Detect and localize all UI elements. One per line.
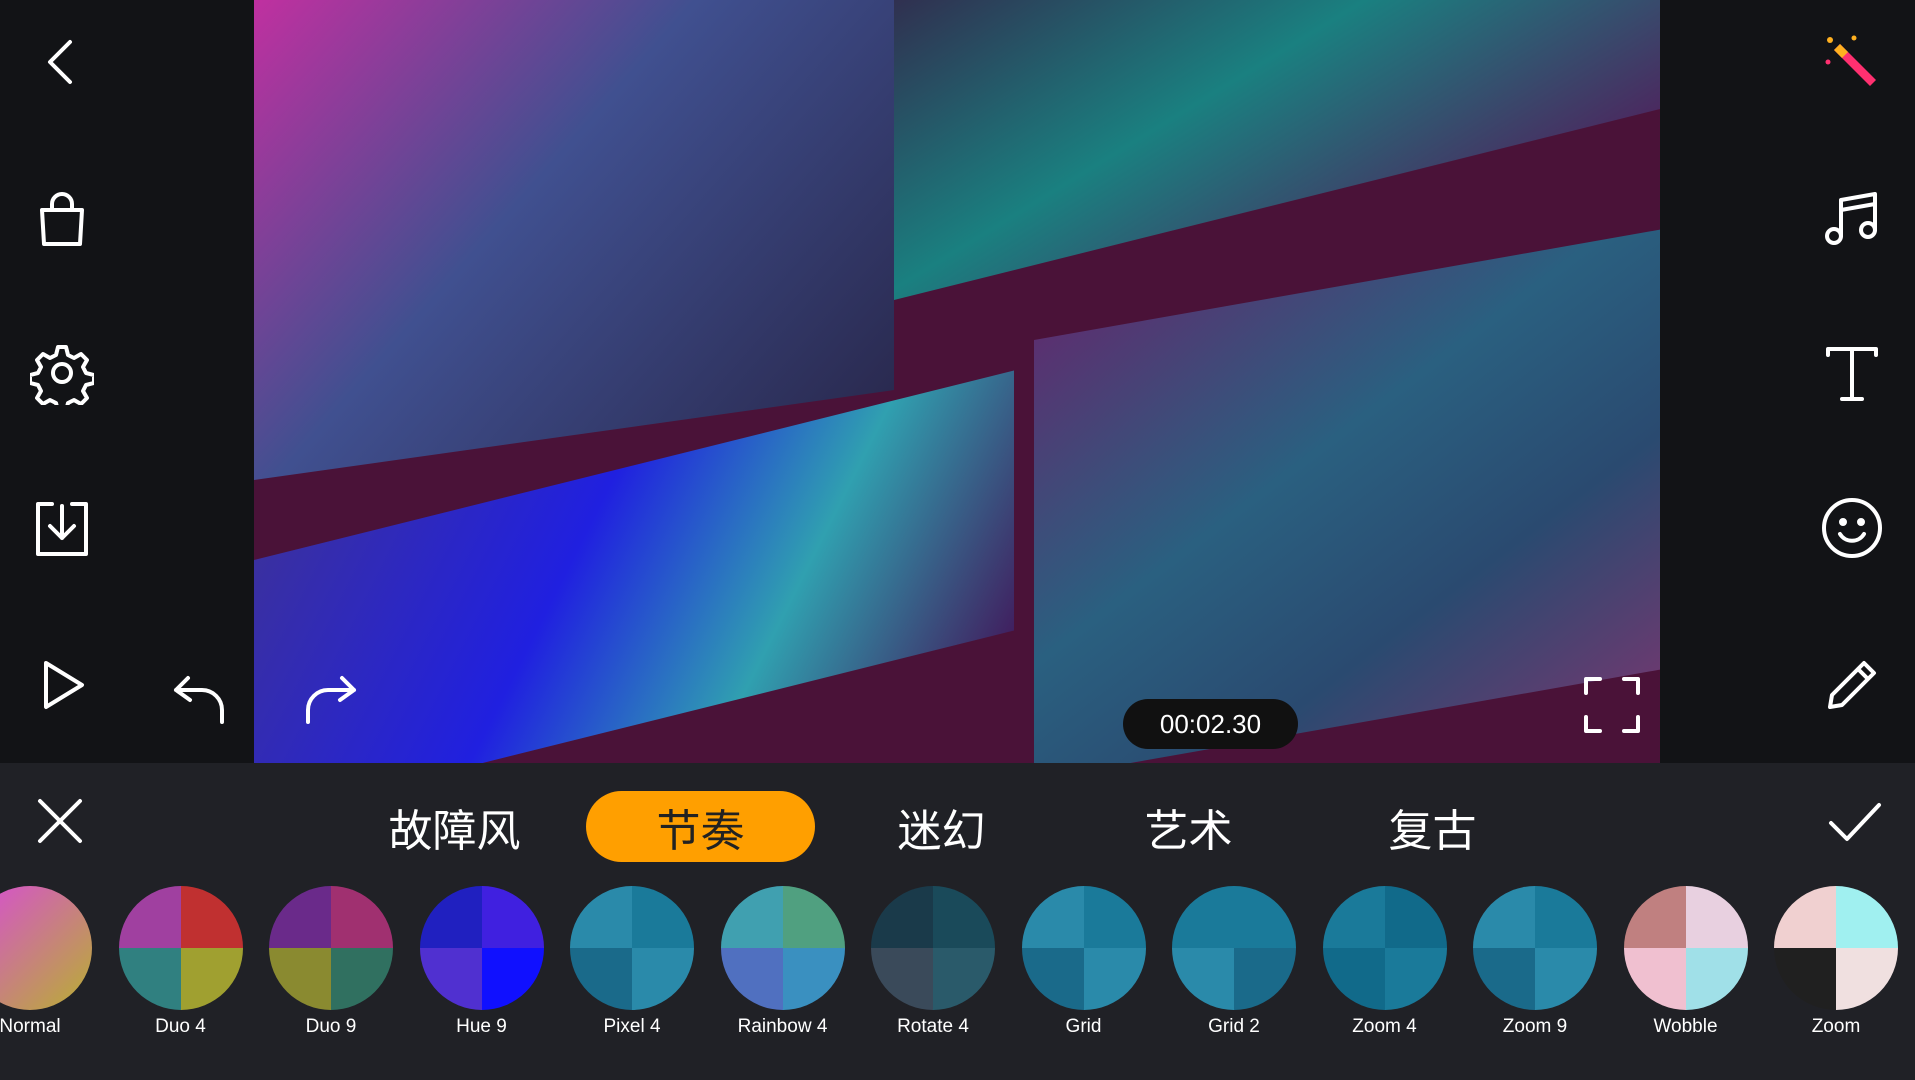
undo-icon[interactable]: [165, 665, 235, 735]
effect-item[interactable]: Pixel 4: [570, 886, 694, 1038]
effect-thumbnail: [269, 886, 393, 1010]
category-tab[interactable]: 复古: [1318, 791, 1547, 862]
playback-time: 00:02.30: [1123, 699, 1298, 749]
collage-tile-arcade-4: [1034, 227, 1660, 763]
category-tab[interactable]: 艺术: [1074, 791, 1303, 862]
redo-icon[interactable]: [295, 665, 365, 735]
effect-item[interactable]: Duo 4: [118, 886, 243, 1038]
smiley-icon[interactable]: [1817, 493, 1887, 563]
effect-thumbnail: [720, 886, 845, 1010]
effect-label: Wobble: [1653, 1016, 1718, 1037]
effect-item[interactable]: Grid: [1021, 886, 1146, 1038]
right-toolbar: [1660, 0, 1915, 763]
effect-thumbnail: [118, 886, 243, 1010]
effect-thumbnail: [1623, 886, 1748, 1010]
effect-thumbnail: [1172, 886, 1296, 1010]
effect-item[interactable]: Zoom: [1774, 886, 1898, 1038]
effect-item[interactable]: Wobble: [1623, 886, 1748, 1038]
effect-label: Zoom 9: [1502, 1016, 1568, 1037]
effect-item[interactable]: Zoom 4: [1322, 886, 1447, 1038]
fullscreen-icon[interactable]: [1577, 670, 1647, 740]
music-icon[interactable]: [1817, 183, 1887, 253]
effect-label: Grid: [1065, 1016, 1102, 1037]
category-tab[interactable]: 迷幻: [827, 791, 1056, 862]
effect-label: Normal: [0, 1016, 61, 1037]
effect-item[interactable]: Normal: [0, 886, 92, 1038]
category-tab[interactable]: 节奏: [586, 791, 815, 862]
effect-thumbnail: [871, 886, 995, 1010]
effect-thumbnail: [0, 886, 92, 1010]
effect-label: Rainbow 4: [737, 1016, 828, 1037]
effect-item[interactable]: Rotate 4: [871, 886, 995, 1038]
confirm-check-icon[interactable]: [1820, 786, 1890, 856]
effect-label: Zoom 4: [1352, 1016, 1417, 1037]
effect-item[interactable]: Zoom 9: [1473, 886, 1597, 1038]
shopping-bag-icon[interactable]: [27, 185, 97, 255]
collage-tile-arcade-1: [254, 0, 894, 481]
gear-icon[interactable]: [27, 338, 97, 408]
effect-thumbnail: [1473, 886, 1597, 1010]
effect-label: Pixel 4: [603, 1016, 661, 1037]
effect-label: Duo 4: [155, 1016, 206, 1037]
effect-label: Hue 9: [456, 1016, 507, 1037]
effect-thumbnail: [570, 886, 694, 1010]
text-icon[interactable]: [1817, 338, 1887, 408]
magic-wand-icon[interactable]: [1817, 27, 1887, 97]
left-toolbar: [0, 0, 254, 763]
effect-item[interactable]: Hue 9: [419, 886, 544, 1038]
category-tab[interactable]: 故障风: [340, 791, 569, 862]
effect-item[interactable]: Grid 2: [1172, 886, 1296, 1038]
effect-thumbnail: [1774, 886, 1898, 1010]
effect-label: Zoom: [1811, 1016, 1861, 1037]
video-preview[interactable]: 00:02.30: [254, 0, 1660, 763]
play-icon[interactable]: [27, 650, 97, 720]
effect-label: Rotate 4: [897, 1016, 969, 1037]
download-icon[interactable]: [27, 493, 97, 563]
effect-label: Duo 9: [305, 1016, 357, 1037]
effect-item[interactable]: Rainbow 4: [720, 886, 845, 1038]
back-icon[interactable]: [27, 27, 97, 97]
effect-thumbnail: [419, 886, 544, 1010]
effect-label: Grid 2: [1208, 1016, 1260, 1037]
pencil-icon[interactable]: [1817, 650, 1887, 720]
close-icon[interactable]: [25, 786, 95, 856]
effect-thumbnail: [1322, 886, 1447, 1010]
effect-thumbnail: [1021, 886, 1146, 1010]
effect-item[interactable]: Duo 9: [269, 886, 393, 1038]
